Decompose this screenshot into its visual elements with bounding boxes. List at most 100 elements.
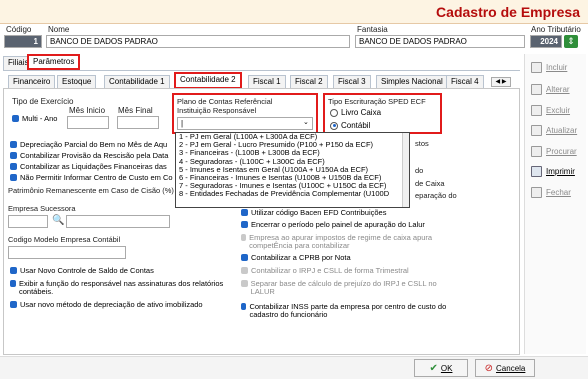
- imprimir-button[interactable]: Imprimir: [527, 162, 583, 180]
- checkbox-icon: [10, 152, 17, 159]
- side-toolbar: [524, 54, 586, 354]
- right-fragment-4: eparação do: [415, 191, 457, 200]
- binoculars-search-icon[interactable]: 🔍: [52, 215, 64, 227]
- checkbox-icon: [10, 267, 17, 274]
- refresh-icon: [531, 124, 542, 136]
- tab-estoque[interactable]: Estoque: [57, 75, 97, 89]
- check-codigo-bacen[interactable]: Utilizar código Bacen EFD Contribuições: [241, 209, 386, 217]
- check-label: Depreciação Parcial do Bem no Mês de Aqu: [20, 140, 168, 149]
- check-label: Contabilizar Provisão da Rescisão pela D…: [20, 151, 169, 160]
- tab-financeiro[interactable]: Financeiro: [8, 75, 56, 89]
- add-icon: [531, 61, 542, 73]
- check-inss-centro-custo[interactable]: Contabilizar INSS parte da empresa por c…: [241, 303, 466, 319]
- instituicao-responsavel-label: Instituição Responsável: [177, 106, 257, 115]
- checkbox-disabled-icon: [241, 234, 247, 241]
- ano-field[interactable]: 2024: [530, 35, 562, 48]
- ano-spin-icon[interactable]: ⇕: [564, 35, 578, 48]
- button-label: Atualizar: [546, 125, 578, 135]
- check-label: Empresa ao apurar impostos de regime de …: [249, 233, 433, 250]
- radio-contabil[interactable]: Contábil: [330, 121, 370, 130]
- tab-fiscal-2[interactable]: Fiscal 2: [290, 75, 328, 89]
- dropdown-option[interactable]: 8 - Entidades Fechadas de Previdência Co…: [176, 190, 409, 198]
- patrimonio-label: Patrimônio Remanescente em Caso de Cisão…: [8, 186, 174, 195]
- check-depreciacao-parcial[interactable]: Depreciação Parcial do Bem no Mês de Aqu: [10, 141, 167, 149]
- radio-label: Contábil: [341, 121, 371, 130]
- codigo-label: Código: [6, 25, 32, 34]
- check-label: Contabilizar o IRPJ e CSLL de forma Trim…: [251, 266, 409, 275]
- tab-fiscal-4[interactable]: Fiscal 4: [446, 75, 484, 89]
- check-cprb-nota[interactable]: Contabilizar a CPRB por Nota: [241, 254, 351, 262]
- radio-selected-icon: [330, 121, 338, 130]
- check-regime-caixa[interactable]: Empresa ao apurar impostos de regime de …: [241, 234, 456, 250]
- tab-parametros[interactable]: Parâmetros: [27, 54, 81, 70]
- fechar-button[interactable]: Fechar: [527, 183, 583, 201]
- sped-ecf-title: Tipo Escrituração SPED ECF: [328, 97, 426, 106]
- tab-fiscal-3[interactable]: Fiscal 3: [333, 75, 371, 89]
- check-encerrar-lalur[interactable]: Encerrar o período pelo painel de apuraç…: [241, 221, 425, 229]
- button-label: Excluir: [546, 105, 571, 115]
- cancela-button[interactable]: ⊘ Cancela: [475, 359, 535, 377]
- window-header: Cadastro de Empresa: [0, 0, 588, 24]
- nome-field[interactable]: BANCO DE DADOS PADRAO: [46, 35, 350, 48]
- radio-livro-caixa[interactable]: Livro Caixa: [330, 108, 381, 117]
- checkbox-icon: [12, 115, 19, 122]
- excluir-button[interactable]: Excluir: [527, 101, 583, 119]
- alterar-button[interactable]: Alterar: [527, 80, 583, 98]
- fantasia-field[interactable]: BANCO DE DADOS PADRAO: [355, 35, 525, 48]
- codigo-modelo-label: Codigo Modelo Empresa Contábil: [8, 235, 121, 244]
- mes-inicio-label: Mês Inicio: [69, 106, 106, 115]
- codigo-field[interactable]: 1: [4, 35, 42, 48]
- multi-ano-checkbox[interactable]: Multi - Ano: [12, 115, 57, 123]
- mes-final-label: Mês Final: [118, 106, 153, 115]
- check-label: Usar Novo Controle de Saldo de Contas: [20, 266, 154, 275]
- tab-contabilidade-2[interactable]: Contabilidade 2: [174, 72, 242, 89]
- instituicao-dropdown-list[interactable]: 1 - PJ em Geral (L100A + L300A da ECF) 2…: [175, 132, 410, 208]
- check-novo-metodo-depreciacao[interactable]: Usar novo método de depreciação de ativo…: [10, 301, 203, 309]
- tab-divider: [3, 70, 520, 71]
- checkbox-icon: [241, 303, 247, 310]
- check-novo-controle-saldo[interactable]: Usar Novo Controle de Saldo de Contas: [10, 267, 154, 275]
- radio-label: Livro Caixa: [341, 108, 382, 117]
- empresa-sucessora-code-field[interactable]: [8, 215, 48, 228]
- check-liquidacoes-financeiras[interactable]: Contabilizar as Liquidações Financeiras …: [10, 163, 167, 171]
- button-label: Imprimir: [546, 166, 575, 176]
- check-provisao-rescisao[interactable]: Contabilizar Provisão da Rescisão pela D…: [10, 152, 168, 160]
- button-label: Alterar: [546, 84, 570, 94]
- mes-inicio-field[interactable]: [67, 116, 109, 129]
- checkbox-disabled-icon: [241, 280, 248, 287]
- tab-fiscal-1[interactable]: Fiscal 1: [248, 75, 286, 89]
- edit-icon: [531, 83, 542, 95]
- codigo-modelo-field[interactable]: [8, 246, 126, 259]
- window-title: Cadastro de Empresa: [436, 4, 580, 20]
- chevron-down-icon[interactable]: ⌄: [303, 118, 309, 126]
- button-label: OK: [440, 363, 453, 373]
- incluir-button[interactable]: Incluir: [527, 58, 583, 76]
- button-label: Procurar: [546, 146, 577, 156]
- right-fragment-2: do: [415, 166, 424, 175]
- check-label: Separar base de cálculo de prejuízo do I…: [250, 279, 437, 296]
- instituicao-responsavel-select[interactable]: |: [177, 117, 313, 130]
- check-label: Contabilizar as Liquidações Financeiras …: [20, 162, 167, 171]
- button-label: Cancela: [496, 363, 526, 373]
- atualizar-button[interactable]: Atualizar: [527, 121, 583, 139]
- check-centro-custo[interactable]: Não Permitir Informar Centro de Custo em…: [10, 174, 173, 182]
- checkbox-disabled-icon: [241, 267, 248, 274]
- check-separar-prejuizo[interactable]: Separar base de cálculo de prejuízo do I…: [241, 280, 451, 296]
- dropdown-scrollbar[interactable]: [402, 133, 409, 207]
- check-label: Contabilizar INSS parte da empresa por c…: [249, 302, 447, 319]
- check-label: Encerrar o período pelo painel de apuraç…: [251, 220, 425, 229]
- multi-ano-label: Multi - Ano: [22, 114, 58, 123]
- search-icon: [531, 145, 542, 157]
- tab-contabilidade-1[interactable]: Contabilidade 1: [104, 75, 170, 89]
- select-value: |: [181, 119, 184, 128]
- check-irpj-trimestral[interactable]: Contabilizar o IRPJ e CSLL de forma Trim…: [241, 267, 409, 275]
- check-exibir-funcao-responsavel[interactable]: Exibir a função do responsável nas assin…: [10, 280, 225, 296]
- empresa-sucessora-name-field[interactable]: [66, 215, 170, 228]
- check-label: Usar novo método de depreciação de ativo…: [20, 300, 203, 309]
- ano-label: Ano Tributário: [531, 25, 581, 34]
- tab-simples-nacional[interactable]: Simples Nacional: [376, 75, 448, 89]
- tab-scroll-arrows-icon[interactable]: ◀ ▶: [491, 77, 511, 87]
- mes-final-field[interactable]: [117, 116, 159, 129]
- procurar-button[interactable]: Procurar: [527, 142, 583, 160]
- ok-button[interactable]: ✔ OK: [414, 359, 468, 377]
